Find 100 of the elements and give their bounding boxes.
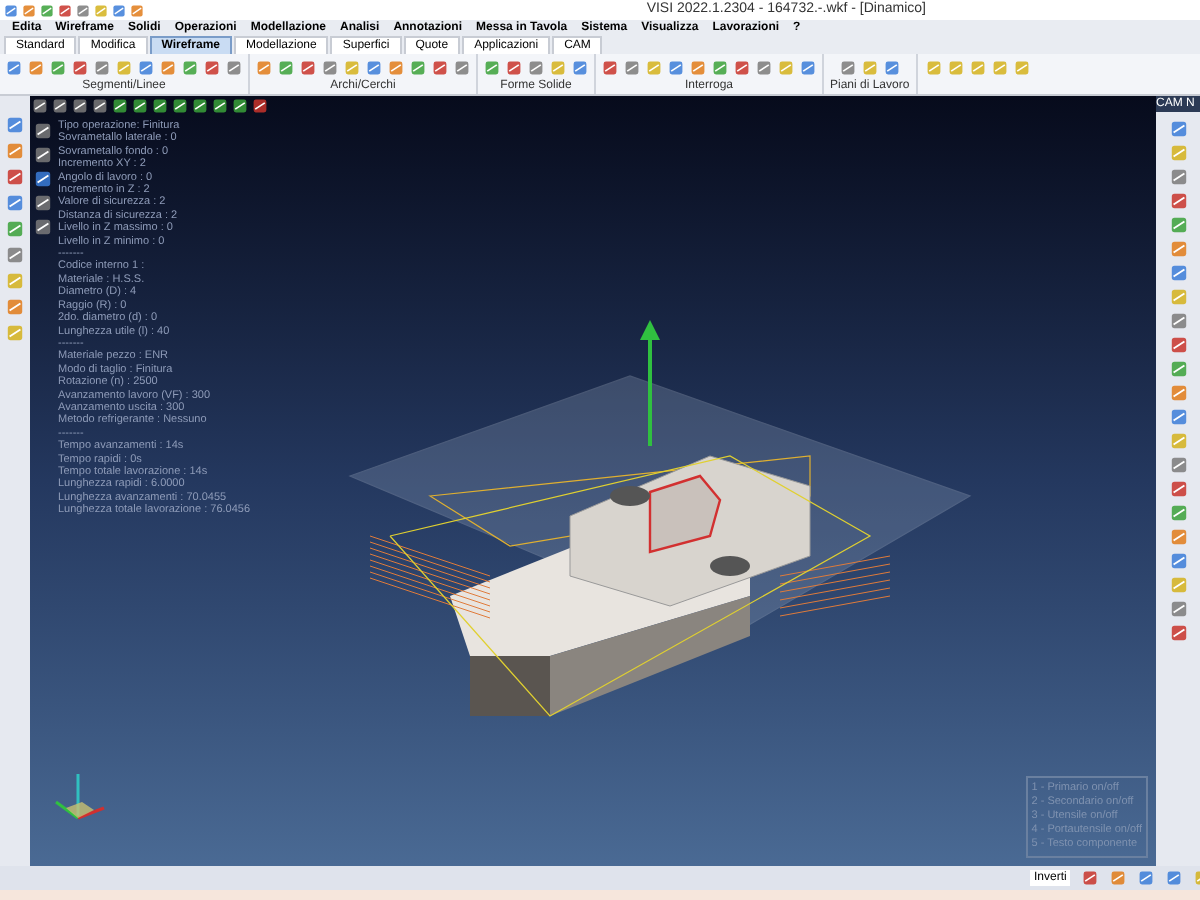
cam-tool-icon[interactable]	[1169, 576, 1187, 594]
ribbon-tool-icon[interactable]	[668, 59, 684, 75]
quick-access-icon[interactable]	[4, 3, 18, 17]
ribbon-tool-icon[interactable]	[278, 59, 294, 75]
ribbon-tool-icon[interactable]	[6, 59, 22, 75]
ribbon-tool-icon[interactable]	[550, 59, 566, 75]
cam-tool-icon[interactable]	[1169, 624, 1187, 642]
ribbon-tool-icon[interactable]	[756, 59, 772, 75]
view-tool-icon[interactable]	[92, 98, 108, 114]
ribbon-tool-icon[interactable]	[226, 59, 242, 75]
cam-tool-icon[interactable]	[1169, 120, 1187, 138]
ribbon-tool-icon[interactable]	[969, 59, 986, 75]
ribbon-tool-icon[interactable]	[883, 59, 900, 75]
ribbon-tool-icon[interactable]	[528, 59, 544, 75]
view-tool-icon[interactable]	[132, 98, 148, 114]
ribbon-tool-icon[interactable]	[388, 59, 404, 75]
ribbon-tool-icon[interactable]	[734, 59, 750, 75]
cam-tool-icon[interactable]	[1169, 192, 1187, 210]
cam-tool-icon[interactable]	[1169, 552, 1187, 570]
ribbon-tool-icon[interactable]	[1013, 59, 1030, 75]
ribbon-tool-icon[interactable]	[50, 59, 66, 75]
ribbon-tool-icon[interactable]	[624, 59, 640, 75]
ribbon-tool-icon[interactable]	[690, 59, 706, 75]
ribbon-tool-icon[interactable]	[800, 59, 816, 75]
ribbon-tool-icon[interactable]	[839, 59, 856, 75]
cam-tool-icon[interactable]	[1169, 528, 1187, 546]
view-tool-icon[interactable]	[52, 98, 68, 114]
ribbon-tool-icon[interactable]	[861, 59, 878, 75]
side-tool-icon[interactable]	[6, 168, 24, 186]
ribbon-tool-icon[interactable]	[572, 59, 588, 75]
quick-access-icon[interactable]	[40, 3, 54, 17]
view-tool-icon[interactable]	[34, 194, 52, 212]
ribbon-tool-icon[interactable]	[925, 59, 942, 75]
status-icon[interactable]	[1082, 870, 1099, 886]
side-tool-icon[interactable]	[6, 246, 24, 264]
side-tool-icon[interactable]	[6, 194, 24, 212]
ribbon-tool-icon[interactable]	[94, 59, 110, 75]
view-tool-icon[interactable]	[34, 218, 52, 236]
ribbon-tool-icon[interactable]	[991, 59, 1008, 75]
ribbon-tool-icon[interactable]	[182, 59, 198, 75]
ribbon-tool-icon[interactable]	[484, 59, 500, 75]
ribbon-tool-icon[interactable]	[72, 59, 88, 75]
side-tool-icon[interactable]	[6, 116, 24, 134]
view-tool-icon[interactable]	[32, 98, 48, 114]
ribbon-tool-icon[interactable]	[410, 59, 426, 75]
ribbon-tool-icon[interactable]	[138, 59, 154, 75]
ribbon-tool-icon[interactable]	[712, 59, 728, 75]
ribbon-tool-icon[interactable]	[300, 59, 316, 75]
side-tool-icon[interactable]	[6, 142, 24, 160]
view-tool-icon[interactable]	[34, 122, 52, 140]
side-tool-icon[interactable]	[6, 220, 24, 238]
cam-tool-icon[interactable]	[1169, 264, 1187, 282]
view-tool-icon[interactable]	[192, 98, 208, 114]
quick-access-icon[interactable]	[130, 3, 144, 17]
ribbon-tool-icon[interactable]	[160, 59, 176, 75]
cam-tool-icon[interactable]	[1169, 408, 1187, 426]
ribbon-tool-icon[interactable]	[256, 59, 272, 75]
ribbon-tool-icon[interactable]	[646, 59, 662, 75]
view-tool-icon[interactable]	[172, 98, 188, 114]
cam-tool-icon[interactable]	[1169, 600, 1187, 618]
ribbon-tool-icon[interactable]	[947, 59, 964, 75]
view-tool-icon[interactable]	[232, 98, 248, 114]
cam-tool-icon[interactable]	[1169, 504, 1187, 522]
quick-access-icon[interactable]	[76, 3, 90, 17]
side-tool-icon[interactable]	[6, 298, 24, 316]
quick-access-icon[interactable]	[112, 3, 126, 17]
status-icon[interactable]	[1166, 870, 1183, 886]
ribbon-tool-icon[interactable]	[28, 59, 44, 75]
ribbon-tool-icon[interactable]	[366, 59, 382, 75]
view-tool-icon[interactable]	[252, 98, 268, 114]
ribbon-tool-icon[interactable]	[432, 59, 448, 75]
status-icon[interactable]	[1110, 870, 1127, 886]
cam-tool-icon[interactable]	[1169, 384, 1187, 402]
view-tool-icon[interactable]	[34, 146, 52, 164]
cam-tool-icon[interactable]	[1169, 144, 1187, 162]
ribbon-tool-icon[interactable]	[454, 59, 470, 75]
ribbon-tool-icon[interactable]	[322, 59, 338, 75]
ribbon-tool-icon[interactable]	[778, 59, 794, 75]
side-tool-icon[interactable]	[6, 324, 24, 342]
cam-tool-icon[interactable]	[1169, 360, 1187, 378]
view-tool-icon[interactable]	[34, 170, 52, 188]
ribbon-tool-icon[interactable]	[116, 59, 132, 75]
cam-tool-icon[interactable]	[1169, 312, 1187, 330]
cam-tool-icon[interactable]	[1169, 432, 1187, 450]
ribbon-tool-icon[interactable]	[506, 59, 522, 75]
view-tool-icon[interactable]	[152, 98, 168, 114]
quick-access-icon[interactable]	[22, 3, 36, 17]
cam-tool-icon[interactable]	[1169, 288, 1187, 306]
quick-access-icon[interactable]	[94, 3, 108, 17]
view-tool-icon[interactable]	[72, 98, 88, 114]
side-tool-icon[interactable]	[6, 272, 24, 290]
cam-tool-icon[interactable]	[1169, 240, 1187, 258]
cam-tool-icon[interactable]	[1169, 216, 1187, 234]
view-tool-icon[interactable]	[112, 98, 128, 114]
ribbon-tool-icon[interactable]	[344, 59, 360, 75]
ribbon-tool-icon[interactable]	[602, 59, 618, 75]
quick-access-icon[interactable]	[58, 3, 72, 17]
ribbon-tool-icon[interactable]	[204, 59, 220, 75]
cam-tool-icon[interactable]	[1169, 456, 1187, 474]
status-icon[interactable]	[1138, 870, 1155, 886]
